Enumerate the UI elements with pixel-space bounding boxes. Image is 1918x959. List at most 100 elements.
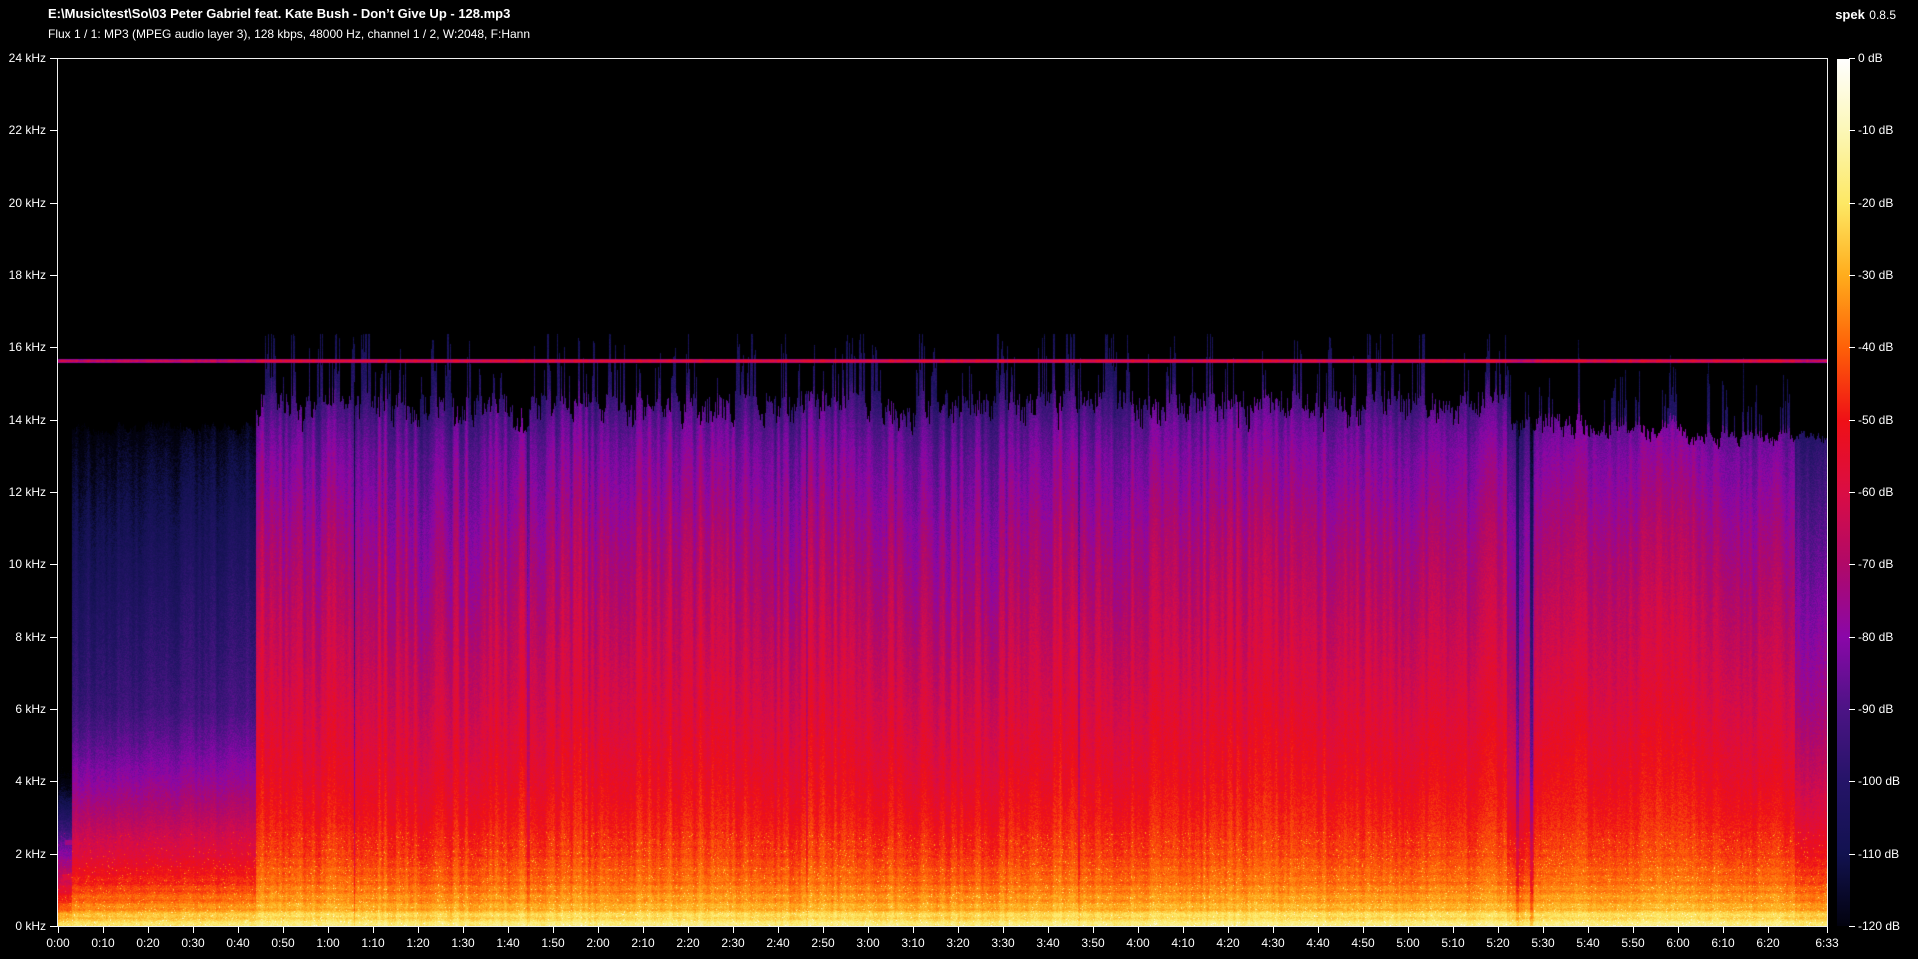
db-tick — [1849, 781, 1855, 782]
time-tick — [1318, 927, 1319, 933]
db-tick — [1849, 637, 1855, 638]
freq-tick — [50, 564, 58, 565]
freq-tick — [50, 420, 58, 421]
db-tick-label: -10 dB — [1858, 122, 1893, 138]
freq-tick-label: 18 kHz — [0, 267, 46, 283]
freq-tick — [50, 492, 58, 493]
time-tick — [283, 927, 284, 933]
time-tick-label: 1:10 — [352, 936, 394, 950]
time-tick — [148, 927, 149, 933]
time-tick-label: 0:00 — [37, 936, 79, 950]
db-tick-label: -110 dB — [1858, 846, 1899, 862]
app-name: spek — [1835, 7, 1865, 22]
db-tick — [1849, 564, 1855, 565]
time-tick — [1273, 927, 1274, 933]
freq-tick-label: 14 kHz — [0, 412, 46, 428]
freq-tick-label: 20 kHz — [0, 195, 46, 211]
time-tick — [463, 927, 464, 933]
db-tick — [1849, 854, 1855, 855]
time-tick — [1408, 927, 1409, 933]
db-tick-label: -60 dB — [1858, 484, 1893, 500]
time-tick-label: 3:00 — [847, 936, 889, 950]
time-tick — [733, 927, 734, 933]
freq-tick — [50, 203, 58, 204]
time-tick-label: 2:00 — [577, 936, 619, 950]
time-tick-label: 3:50 — [1072, 936, 1114, 950]
db-tick — [1849, 709, 1855, 710]
time-tick — [1543, 927, 1544, 933]
time-tick — [553, 927, 554, 933]
time-tick — [643, 927, 644, 933]
time-tick-label: 4:00 — [1117, 936, 1159, 950]
time-tick — [58, 927, 59, 933]
time-tick — [1048, 927, 1049, 933]
time-tick-label: 4:30 — [1252, 936, 1294, 950]
freq-tick-label: 24 kHz — [0, 50, 46, 66]
freq-tick — [50, 781, 58, 782]
freq-tick-label: 8 kHz — [0, 629, 46, 645]
time-tick — [778, 927, 779, 933]
time-tick — [1453, 927, 1454, 933]
time-tick-label: 0:50 — [262, 936, 304, 950]
time-tick — [328, 927, 329, 933]
time-tick — [1093, 927, 1094, 933]
time-tick-label: 1:20 — [397, 936, 439, 950]
time-tick-label: 6:20 — [1747, 936, 1789, 950]
time-tick-label: 4:10 — [1162, 936, 1204, 950]
time-tick — [418, 927, 419, 933]
time-tick-label: 4:50 — [1342, 936, 1384, 950]
app-brand: spek 0.8.5 — [1835, 6, 1896, 24]
app-version: 0.8.5 — [1869, 8, 1896, 22]
time-tick — [958, 927, 959, 933]
freq-tick-label: 16 kHz — [0, 339, 46, 355]
time-tick-label: 1:40 — [487, 936, 529, 950]
freq-tick-label: 4 kHz — [0, 773, 46, 789]
freq-tick — [50, 275, 58, 276]
db-tick-label: -50 dB — [1858, 412, 1893, 428]
time-tick — [688, 927, 689, 933]
time-tick — [1498, 927, 1499, 933]
time-tick — [103, 927, 104, 933]
time-tick-label: 3:40 — [1027, 936, 1069, 950]
time-tick-label: 6:10 — [1702, 936, 1744, 950]
time-tick-label: 0:30 — [172, 936, 214, 950]
db-tick — [1849, 275, 1855, 276]
db-tick — [1849, 130, 1855, 131]
spectrogram-canvas — [58, 59, 1827, 926]
time-tick — [238, 927, 239, 933]
time-tick — [1228, 927, 1229, 933]
time-tick-label: 3:10 — [892, 936, 934, 950]
freq-tick — [50, 709, 58, 710]
time-tick — [1633, 927, 1634, 933]
db-tick-label: -120 dB — [1858, 918, 1900, 934]
db-tick — [1849, 203, 1855, 204]
db-tick-label: -90 dB — [1858, 701, 1893, 717]
db-tick — [1849, 347, 1855, 348]
freq-tick-label: 10 kHz — [0, 556, 46, 572]
time-tick — [1768, 927, 1769, 933]
time-tick-label: 5:10 — [1432, 936, 1474, 950]
time-tick — [1827, 927, 1828, 933]
time-tick — [1138, 927, 1139, 933]
time-tick-label: 2:10 — [622, 936, 664, 950]
freq-tick — [50, 926, 58, 927]
time-tick-label: 5:50 — [1612, 936, 1654, 950]
time-tick — [823, 927, 824, 933]
time-tick — [868, 927, 869, 933]
db-tick — [1849, 926, 1855, 927]
db-tick-label: -100 dB — [1858, 773, 1900, 789]
db-tick-label: -40 dB — [1858, 339, 1893, 355]
freq-tick — [50, 58, 58, 59]
time-tick-label: 4:20 — [1207, 936, 1249, 950]
time-tick-label: 5:30 — [1522, 936, 1564, 950]
time-tick — [1003, 927, 1004, 933]
db-tick-label: -70 dB — [1858, 556, 1893, 572]
time-tick-label: 1:30 — [442, 936, 484, 950]
time-tick-label: 2:40 — [757, 936, 799, 950]
time-tick-label: 2:30 — [712, 936, 754, 950]
time-tick-label: 5:00 — [1387, 936, 1429, 950]
time-tick-label: 0:40 — [217, 936, 259, 950]
time-tick — [913, 927, 914, 933]
freq-tick — [50, 854, 58, 855]
time-tick — [598, 927, 599, 933]
